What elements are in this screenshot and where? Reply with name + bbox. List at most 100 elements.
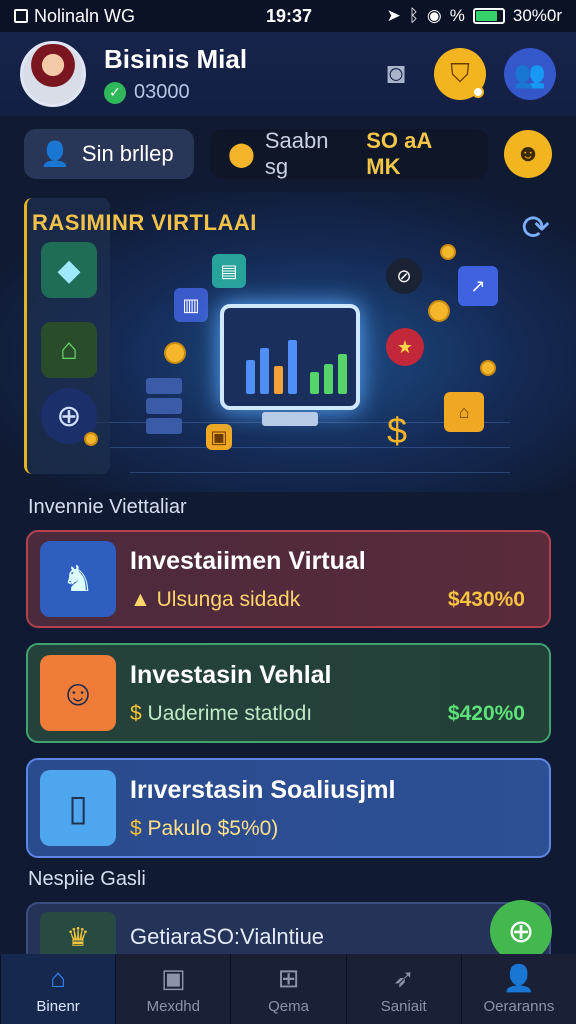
unicorn-icon: ♞	[40, 541, 116, 617]
profile-pill-button[interactable]: 👤 Sin brllep	[24, 129, 194, 179]
card-subtitle: ▲ Ulsunga sidadk	[130, 587, 301, 611]
card-subtitle: $ Uaderime statlodı	[130, 701, 313, 725]
investments-section-label: Invennie Viettaliar	[28, 496, 187, 518]
contact-button[interactable]: ☻	[504, 130, 552, 178]
chart-tile-icon: ↗	[458, 266, 498, 306]
coin-icon	[480, 360, 496, 376]
status-left: Nolinaln WG	[14, 6, 224, 27]
nav-label: Binenr	[36, 998, 80, 1015]
document-icon: ▤	[212, 254, 246, 288]
nav-label: Qema	[268, 998, 309, 1015]
businessman-icon: ☺	[40, 655, 116, 731]
tag-icon: ⌂	[444, 392, 484, 432]
battery-icon	[472, 8, 505, 24]
notification-dot	[472, 86, 484, 98]
coin-icon	[164, 342, 186, 364]
compass-icon: ⊘	[386, 258, 422, 294]
people-button[interactable]: 👥	[504, 48, 556, 100]
search-text: Saabn sg	[264, 128, 329, 179]
people-icon: 👥	[513, 58, 547, 89]
card-body: Investaiimen Virtual ▲ Ulsunga sidadk $4…	[130, 547, 537, 612]
status-percent-sign: %	[449, 6, 465, 25]
shield-button[interactable]: ⛉	[434, 48, 486, 100]
bluetooth-icon: ᛒ	[408, 6, 419, 25]
carrier-name: Nolinaln WG	[34, 5, 136, 26]
nav-label: Mexdhd	[146, 998, 200, 1015]
card-title: Irıverstasin Soaliusjml	[130, 775, 396, 804]
server-stack	[146, 378, 182, 440]
verified-check-icon: ✓	[104, 81, 126, 104]
dollar-coin-icon: $	[386, 410, 408, 451]
card-row: $ Uaderime statlodı $420%0	[130, 702, 537, 726]
nav-item-wallet[interactable]: ▣ Mexdhd	[115, 954, 231, 1024]
hero-side-rail: ◆ ⌂ ⊕	[24, 198, 110, 474]
app-header: Bisinis Mial ✓ 03000 ◙ ⛉ 👥	[0, 32, 576, 116]
partial-card-title: GetiaraSO:Vialntiue	[130, 924, 325, 949]
user-sub-value: 03000	[134, 81, 190, 103]
avatar[interactable]	[20, 41, 86, 107]
nav-item-game[interactable]: ⊞ Qema	[230, 954, 346, 1024]
user-block: Bisinis Mial ✓ 03000	[104, 44, 376, 104]
rocket-icon: ➶	[392, 963, 415, 993]
nav-label: Saniait	[380, 998, 427, 1015]
grid-line	[130, 472, 510, 473]
shield-icon: ⛉	[450, 58, 470, 88]
monitor-stand	[262, 412, 318, 426]
card-title: Investaiimen Virtual	[130, 546, 366, 575]
alarm-icon: ◉	[426, 6, 442, 25]
profile-pill-label: Sin brllep	[81, 141, 174, 166]
gamepad-icon: ⊞	[277, 963, 300, 993]
add-investment-button[interactable]: ⊕	[490, 900, 552, 962]
bottom-nav: ⌂ Binenr ▣ Mexdhd ⊞ Qema ➶ Saniait 👤 Oer…	[0, 954, 576, 1024]
search-bar[interactable]: ⬤ Saabn sg SO aA MK	[210, 128, 488, 179]
coin-icon	[440, 244, 456, 260]
profile-icon: 👤	[502, 963, 536, 993]
status-bar: Nolinaln WG 19:37 ➤ ᛒ ◉ % 30%0r	[0, 0, 576, 32]
gem-icon[interactable]: ◆	[41, 242, 97, 298]
toolbar: 👤 Sin brllep ⬤ Saabn sg SO aA MK ☻	[0, 116, 576, 192]
coin-icon	[84, 432, 98, 446]
battery-text: 30%0r	[512, 6, 562, 25]
investment-card[interactable]: ♞ Investaiimen Virtual ▲ Ulsunga sidadk …	[26, 530, 551, 628]
refresh-icon[interactable]: ⟳	[522, 208, 551, 248]
monitor-illustration	[220, 304, 360, 434]
house-icon[interactable]: ⌂	[41, 322, 97, 378]
card-body: Investasin Vehlal $ Uaderime statlodı $4…	[130, 661, 537, 726]
user-sub: ✓ 03000	[104, 81, 376, 104]
phone-portrait-icon: ▯	[40, 770, 116, 846]
coin-icon	[428, 300, 450, 322]
nav-item-profile[interactable]: 👤 Oeraranns	[460, 954, 576, 1024]
grid-line	[110, 447, 510, 448]
card-body: Irıverstasin Soaliusjml $ Pakulo $5%0)	[130, 776, 537, 841]
hero-banner: ◆ ⌂ ⊕ RASIMINR VIRTLAAI ⟳ ▤ ▥ ↗ ⊘ ★ ⌂ $ …	[0, 192, 576, 492]
card-amount: $430%0	[447, 587, 525, 611]
camera-icon[interactable]: ◙	[376, 54, 416, 94]
location-icon: ➤	[386, 6, 401, 25]
investment-card[interactable]: ▯ Irıverstasin Soaliusjml $ Pakulo $5%0)	[26, 758, 551, 858]
monitor-screen	[220, 304, 360, 410]
status-right: ➤ ᛒ ◉ % 30%0r	[354, 6, 562, 26]
nav-item-home[interactable]: ⌂ Binenr	[0, 954, 116, 1024]
wallet-icon: ▣	[161, 963, 186, 993]
nav-item-rocket[interactable]: ➶ Saniait	[345, 954, 461, 1024]
search-highlight: SO aA MK	[366, 128, 432, 179]
sim-icon	[14, 9, 28, 23]
hero-title: RASIMINR VIRTLAAI	[32, 210, 257, 235]
contact-icon: ☻	[515, 140, 541, 167]
nav-label: Oeraranns	[483, 998, 555, 1015]
status-time: 19:37	[265, 5, 313, 26]
add-icon: ⊕	[507, 913, 535, 949]
card-title: Investasin Vehlal	[130, 660, 332, 689]
card-amount: $420%0	[447, 701, 525, 725]
home-icon: ⌂	[50, 963, 66, 993]
star-badge-icon: ★	[386, 328, 424, 366]
report-icon: ▥	[174, 288, 208, 322]
header-actions: ◙ ⛉ 👥	[376, 48, 556, 100]
card-subtitle: $ Pakulo $5%0)	[130, 816, 279, 840]
user-icon: 👤	[40, 140, 70, 168]
investment-card[interactable]: ☺ Investasin Vehlal $ Uaderime statlodı …	[26, 643, 551, 743]
more-section-label: Nespiie Gasli	[28, 868, 146, 890]
card-row: ▲ Ulsunga sidadk $430%0	[130, 588, 537, 612]
user-name: Bisinis Mial	[104, 44, 248, 74]
card-row: $ Pakulo $5%0)	[130, 817, 537, 841]
